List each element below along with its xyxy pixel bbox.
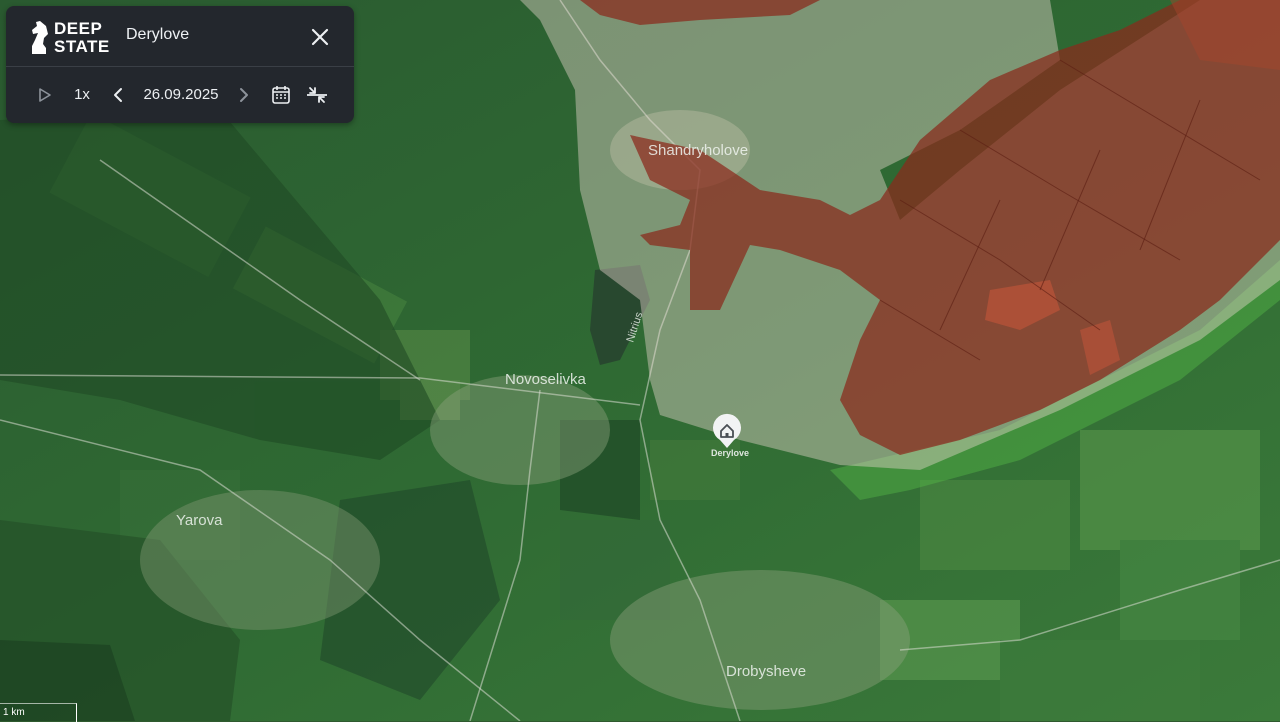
scale-label: 1 km (3, 707, 25, 718)
close-button[interactable] (306, 23, 334, 51)
map-control-panel: DEEP STATE Derylove 1x 26.09.2025 (6, 6, 354, 123)
location-title: Derylove (126, 26, 190, 43)
panel-header: DEEP STATE Derylove (6, 6, 354, 67)
next-date-button[interactable] (233, 82, 253, 108)
timeline-controls: 1x 26.09.2025 (6, 67, 354, 123)
speed-button[interactable]: 1x (70, 82, 94, 108)
place-yarova: Yarova (176, 512, 223, 529)
deepstate-logo: DEEP STATE (28, 18, 118, 58)
chevron-right-icon (240, 88, 248, 102)
play-icon (39, 88, 51, 102)
calendar-button[interactable] (270, 82, 292, 108)
brand-name: DEEP STATE (54, 20, 110, 56)
place-drobysheve: Drobysheve (726, 663, 806, 680)
compare-button[interactable] (304, 82, 330, 108)
date-display[interactable]: 26.09.2025 (136, 82, 226, 108)
brand-line-2: STATE (54, 37, 110, 56)
chevron-left-icon (114, 88, 122, 102)
close-icon (311, 28, 329, 46)
place-novoselivka: Novoselivka (505, 371, 587, 388)
scale-bar: 1 km (0, 703, 77, 722)
play-button[interactable] (34, 82, 56, 108)
calendar-icon (272, 86, 290, 104)
pin-label: Derylove (711, 448, 749, 458)
brand-line-1: DEEP (54, 19, 103, 38)
place-shandryholove: Shandryholove (648, 142, 748, 159)
compress-arrows-icon (307, 87, 327, 103)
knight-icon (32, 21, 48, 54)
prev-date-button[interactable] (109, 82, 129, 108)
